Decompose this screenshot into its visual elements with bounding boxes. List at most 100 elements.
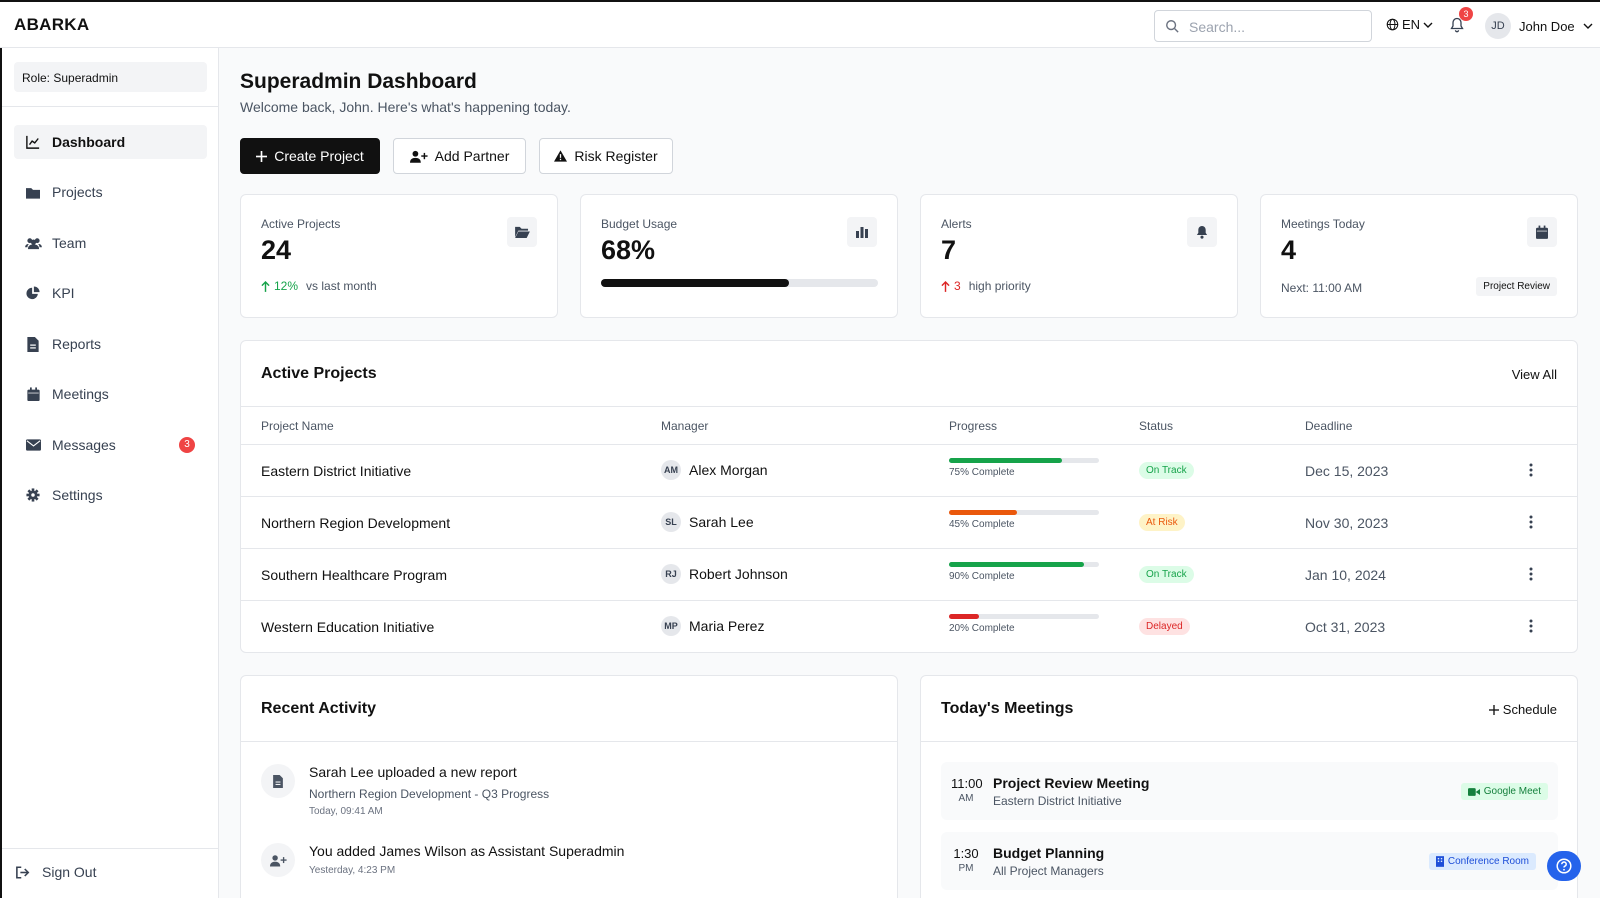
meeting-subtitle: Eastern District Initiative [993,794,1122,808]
manager-name: Sarah Lee [689,514,754,530]
building-icon [1435,856,1444,867]
stat-alert-count: 3 [954,279,961,293]
meeting-item[interactable]: 11:00 AM Project Review Meeting Eastern … [941,762,1558,820]
page-title: Superadmin Dashboard [240,70,477,93]
top-bar: ABARKA EN 3 JD John Doe [0,0,1600,48]
row-menu-button[interactable] [1529,619,1533,633]
stat-label: Meetings Today [1281,217,1365,231]
schedule-button[interactable]: Schedule [1488,702,1557,717]
sign-out-button[interactable]: Sign Out [16,864,96,880]
app-logo[interactable]: ABARKA [14,15,89,35]
view-all-link[interactable]: View All [1512,367,1557,382]
divider [241,406,1577,407]
meeting-location-tag[interactable]: Google Meet [1460,783,1548,800]
meeting-subtitle: All Project Managers [993,864,1104,878]
activity-title: Sarah Lee uploaded a new report [309,764,517,780]
activity-time: Today, 09:41 AM [309,806,383,817]
stat-value: 7 [941,235,957,265]
calendar-icon [26,387,40,401]
budget-progress-bar [601,279,878,287]
meeting-time: 1:30 PM [951,846,981,876]
table-row[interactable]: Eastern District Initiative AM Alex Morg… [241,444,1577,496]
notifications-badge: 3 [1459,7,1473,21]
table-row[interactable]: Southern Healthcare Program RJ Robert Jo… [241,548,1577,600]
project-name[interactable]: Northern Region Development [261,515,450,531]
sidebar-item-team[interactable]: Team [14,226,207,260]
search-input[interactable] [1189,17,1364,37]
meeting-item[interactable]: 1:30 PM Budget Planning All Project Mana… [941,832,1558,890]
arrow-up-icon [941,280,950,292]
more-vertical-icon [1529,515,1533,529]
sidebar: Role: Superadmin Dashboard Projects Team… [0,48,219,898]
progress-bar [949,458,1099,463]
todays-meetings-card: Today's Meetings Schedule 11:00 AM Proje… [920,675,1578,898]
column-header[interactable]: Project Name [261,419,334,433]
create-project-button[interactable]: Create Project [240,138,380,174]
meeting-title: Budget Planning [993,845,1105,861]
search-icon [1166,20,1179,33]
stat-icon-box [1527,217,1557,247]
stat-card-active-projects: Active Projects 24 12% vs last month [240,194,558,318]
envelope-icon [25,439,41,451]
divider [2,848,219,849]
bell-icon [1196,226,1208,239]
sidebar-item-settings[interactable]: Settings [14,478,207,512]
table-row[interactable]: Western Education Initiative MP Maria Pe… [241,600,1577,652]
language-label: EN [1402,17,1421,32]
risk-register-button[interactable]: Risk Register [539,138,673,174]
stat-value: 24 [261,235,292,265]
add-partner-button[interactable]: Add Partner [393,138,526,174]
folder-icon [26,187,40,199]
row-menu-button[interactable] [1529,567,1533,581]
sidebar-item-kpi[interactable]: KPI [14,276,207,310]
meeting-time-value: 11:00 [951,776,983,791]
stat-icon-box [847,217,877,247]
language-selector[interactable]: EN [1386,17,1433,32]
stat-value: 68% [601,235,656,265]
sidebar-item-projects[interactable]: Projects [14,175,207,209]
sidebar-item-messages[interactable]: Messages 3 [14,428,207,462]
add-partner-label: Add Partner [434,148,510,164]
sign-out-icon [16,865,30,879]
calendar-icon [1536,225,1548,239]
column-header[interactable]: Status [1139,419,1173,433]
sidebar-item-reports[interactable]: Reports [14,327,207,361]
avatar: MP [661,616,681,636]
chevron-down-icon [1423,22,1433,28]
help-button[interactable] [1547,851,1581,881]
avatar: SL [661,512,681,532]
column-header[interactable]: Progress [949,419,997,433]
next-meeting-tag: Project Review [1476,277,1557,296]
column-header[interactable]: Deadline [1305,419,1352,433]
column-header[interactable]: Manager [661,419,708,433]
user-menu[interactable]: JD John Doe [1485,13,1593,39]
divider [2,106,219,107]
stat-label: Active Projects [261,217,341,231]
sidebar-item-meetings[interactable]: Meetings [14,377,207,411]
project-name[interactable]: Eastern District Initiative [261,463,411,479]
more-vertical-icon [1529,567,1533,581]
project-name[interactable]: Western Education Initiative [261,619,434,635]
chevron-down-icon [1583,23,1593,29]
progress-cell: 20% Complete [949,614,1099,634]
avatar: JD [1485,13,1511,39]
progress-cell: 90% Complete [949,562,1099,582]
warning-icon [554,150,568,162]
row-menu-button[interactable] [1529,515,1533,529]
table-row[interactable]: Northern Region Development SL Sarah Lee… [241,496,1577,548]
plus-icon [256,150,268,162]
meeting-location-tag[interactable]: Conference Room [1428,853,1536,870]
bar-chart-icon [856,227,868,238]
row-menu-button[interactable] [1529,463,1533,477]
schedule-label: Schedule [1502,702,1557,717]
search-box[interactable] [1154,10,1372,42]
deadline: Jan 10, 2024 [1305,567,1386,583]
deadline: Dec 15, 2023 [1305,463,1389,479]
sidebar-item-dashboard[interactable]: Dashboard [14,125,207,159]
activity-icon-box [261,843,295,877]
sidebar-item-label: Meetings [52,386,109,402]
user-name: John Doe [1519,18,1575,34]
sidebar-item-label: Settings [52,487,103,503]
next-meeting: Next: 11:00 AM [1281,281,1363,295]
project-name[interactable]: Southern Healthcare Program [261,567,447,583]
